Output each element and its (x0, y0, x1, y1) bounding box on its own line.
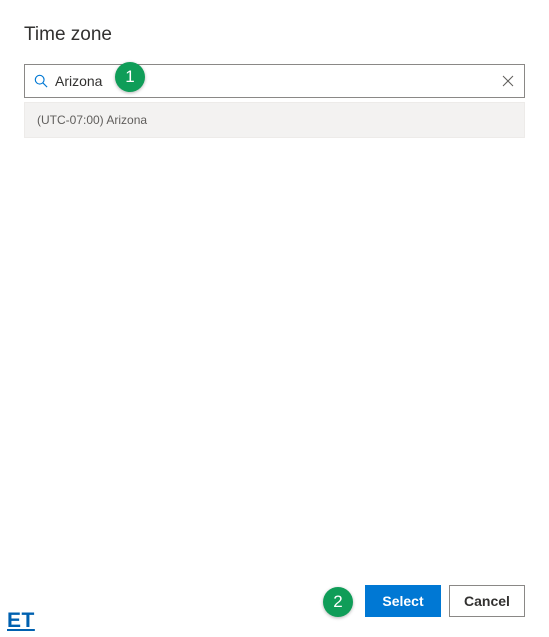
search-icon (33, 73, 49, 89)
cancel-button[interactable]: Cancel (449, 585, 525, 617)
results-list: (UTC-07:00) Arizona (24, 102, 525, 138)
watermark: ET (7, 609, 35, 633)
dialog-footer: Select Cancel (365, 585, 525, 617)
list-item[interactable]: (UTC-07:00) Arizona (24, 102, 525, 138)
clear-icon[interactable] (500, 73, 516, 89)
page-title: Time zone (24, 24, 525, 46)
search-field[interactable] (24, 64, 525, 98)
select-button[interactable]: Select (365, 585, 441, 617)
search-input[interactable] (55, 65, 500, 97)
timezone-dialog: Time zone (UTC-07:00) Arizona Select Can… (0, 0, 549, 637)
